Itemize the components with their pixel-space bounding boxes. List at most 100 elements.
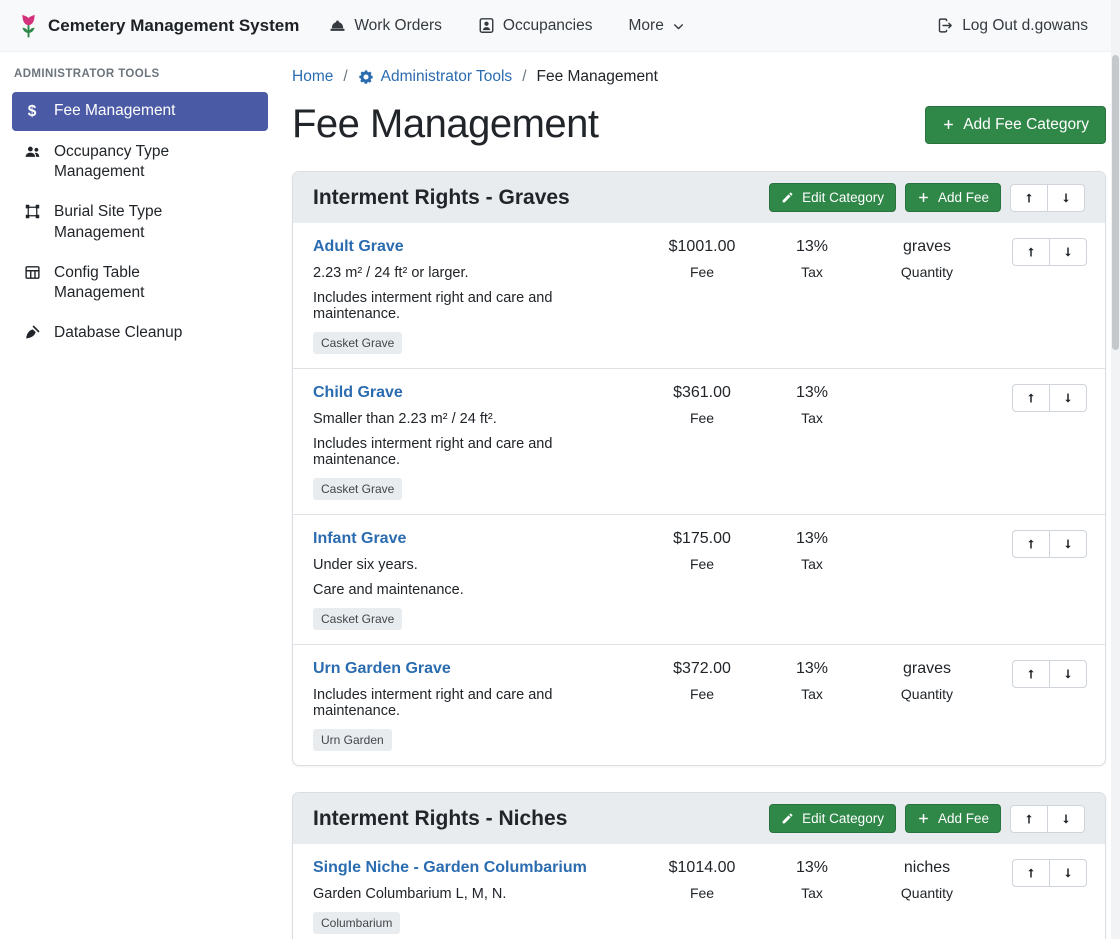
fee-move-down-button[interactable] bbox=[1049, 238, 1087, 266]
arrow-up-icon bbox=[1025, 391, 1037, 405]
arrow-up-icon bbox=[1025, 245, 1037, 259]
fee-amount-column: $1001.00 Fee bbox=[642, 238, 762, 280]
fee-row: Infant Grave Under six years. Care and m… bbox=[293, 514, 1105, 644]
fee-info: Infant Grave Under six years. Care and m… bbox=[313, 530, 642, 630]
fee-quantity-label: Quantity bbox=[862, 686, 992, 702]
arrow-down-icon bbox=[1060, 812, 1072, 826]
fee-name-link[interactable]: Urn Garden Grave bbox=[313, 660, 451, 678]
fee-amount-label: Fee bbox=[642, 885, 762, 901]
fee-reorder-group bbox=[1012, 384, 1087, 412]
nav-more[interactable]: More bbox=[629, 17, 685, 35]
arrow-up-icon bbox=[1023, 812, 1035, 826]
fee-description: Includes interment right and care and ma… bbox=[313, 436, 632, 468]
fee-info: Child Grave Smaller than 2.23 m² / 24 ft… bbox=[313, 384, 642, 500]
sidebar-item-fee-management[interactable]: $ Fee Management bbox=[12, 92, 268, 131]
nav-work-orders-label: Work Orders bbox=[354, 17, 442, 35]
fee-quantity: niches bbox=[862, 859, 992, 877]
logout-link[interactable]: Log Out d.gowans bbox=[937, 17, 1088, 35]
fee-tax-column: 13% Tax bbox=[762, 660, 862, 702]
fee-description: Includes interment right and care and ma… bbox=[313, 687, 632, 719]
breadcrumb-admin-tools-label: Administrator Tools bbox=[381, 68, 513, 86]
vector-square-icon bbox=[22, 203, 42, 220]
nav-occupancies-label: Occupancies bbox=[503, 17, 593, 35]
fee-move-down-button[interactable] bbox=[1049, 384, 1087, 412]
category-move-down-button[interactable] bbox=[1047, 805, 1085, 833]
fee-type-badge: Casket Grave bbox=[313, 332, 402, 354]
fee-tax-label: Tax bbox=[762, 264, 862, 280]
nav-work-orders[interactable]: Work Orders bbox=[329, 17, 442, 35]
fee-move-up-button[interactable] bbox=[1012, 660, 1050, 688]
category-move-up-button[interactable] bbox=[1010, 805, 1048, 833]
fee-move-up-button[interactable] bbox=[1012, 859, 1050, 887]
fee-reorder-group bbox=[1012, 859, 1087, 887]
sidebar-item-label: Config Table Management bbox=[54, 263, 232, 303]
fee-quantity-column bbox=[862, 530, 992, 572]
fee-quantity-label bbox=[862, 556, 992, 572]
fee-amount: $1014.00 bbox=[642, 859, 762, 877]
fee-description: Includes interment right and care and ma… bbox=[313, 290, 632, 322]
fee-tax: 13% bbox=[762, 859, 862, 877]
hard-hat-icon bbox=[329, 17, 346, 34]
fee-info: Adult Grave 2.23 m² / 24 ft² or larger. … bbox=[313, 238, 642, 354]
breadcrumb-home[interactable]: Home bbox=[292, 68, 333, 86]
add-fee-button[interactable]: Add Fee bbox=[905, 804, 1001, 833]
fee-info: Single Niche - Garden Columbarium Garden… bbox=[313, 859, 642, 934]
arrow-up-icon bbox=[1025, 866, 1037, 880]
fee-move-down-button[interactable] bbox=[1049, 660, 1087, 688]
fee-name-link[interactable]: Adult Grave bbox=[313, 238, 404, 256]
fee-move-down-button[interactable] bbox=[1049, 859, 1087, 887]
broom-icon bbox=[22, 324, 42, 341]
sidebar-item-label: Database Cleanup bbox=[54, 323, 182, 343]
fee-type-badge: Columbarium bbox=[313, 912, 400, 934]
fee-move-down-button[interactable] bbox=[1049, 530, 1087, 558]
brand[interactable]: Cemetery Management System bbox=[18, 12, 299, 40]
category-move-down-button[interactable] bbox=[1047, 184, 1085, 212]
fee-row: Adult Grave 2.23 m² / 24 ft² or larger. … bbox=[293, 223, 1105, 368]
breadcrumb-current: Fee Management bbox=[537, 68, 659, 86]
sign-out-icon bbox=[937, 17, 954, 34]
sidebar-item-burial-site-type-management[interactable]: Burial Site Type Management bbox=[12, 193, 268, 251]
category-title: Interment Rights - Graves bbox=[313, 186, 570, 210]
nav-occupancies[interactable]: Occupancies bbox=[478, 17, 593, 35]
fee-name-link[interactable]: Child Grave bbox=[313, 384, 403, 402]
fee-type-badge: Casket Grave bbox=[313, 478, 402, 500]
fee-amount-label: Fee bbox=[642, 410, 762, 426]
scrollbar[interactable] bbox=[1111, 0, 1120, 939]
nav-more-label: More bbox=[629, 17, 664, 35]
category-title: Interment Rights - Niches bbox=[313, 807, 567, 831]
fee-quantity: graves bbox=[862, 238, 992, 256]
sidebar-item-config-table-management[interactable]: Config Table Management bbox=[12, 254, 268, 312]
fee-name-link[interactable]: Single Niche - Garden Columbarium bbox=[313, 859, 587, 877]
fee-reorder-group bbox=[1012, 530, 1087, 558]
fee-move-up-button[interactable] bbox=[1012, 238, 1050, 266]
edit-category-button[interactable]: Edit Category bbox=[769, 804, 896, 833]
brand-title: Cemetery Management System bbox=[48, 16, 299, 36]
fee-move-up-button[interactable] bbox=[1012, 530, 1050, 558]
category-header: Interment Rights - Niches Edit Category … bbox=[293, 793, 1105, 844]
edit-category-button[interactable]: Edit Category bbox=[769, 183, 896, 212]
breadcrumb-separator: / bbox=[343, 68, 347, 86]
category-reorder-group bbox=[1010, 184, 1085, 212]
scrollbar-thumb[interactable] bbox=[1112, 55, 1119, 350]
fee-type-badge: Urn Garden bbox=[313, 729, 392, 751]
fee-quantity-label: Quantity bbox=[862, 885, 992, 901]
arrow-up-icon bbox=[1023, 191, 1035, 205]
add-fee-category-button[interactable]: Add Fee Category bbox=[925, 106, 1106, 144]
add-fee-button[interactable]: Add Fee bbox=[905, 183, 1001, 212]
occupancies-icon bbox=[478, 17, 495, 34]
fee-amount-column: $175.00 Fee bbox=[642, 530, 762, 572]
table-icon bbox=[22, 264, 42, 281]
fee-quantity bbox=[862, 384, 992, 402]
fee-description: 2.23 m² / 24 ft² or larger. bbox=[313, 265, 632, 281]
fee-amount: $372.00 bbox=[642, 660, 762, 678]
sidebar-item-occupancy-type-management[interactable]: Occupancy Type Management bbox=[12, 133, 268, 191]
fee-amount: $361.00 bbox=[642, 384, 762, 402]
fee-amount-label: Fee bbox=[642, 686, 762, 702]
fee-name-link[interactable]: Infant Grave bbox=[313, 530, 406, 548]
category-move-up-button[interactable] bbox=[1010, 184, 1048, 212]
fee-description: Smaller than 2.23 m² / 24 ft². bbox=[313, 411, 632, 427]
sidebar-item-database-cleanup[interactable]: Database Cleanup bbox=[12, 314, 268, 352]
breadcrumb-admin-tools[interactable]: Administrator Tools bbox=[358, 68, 513, 86]
fee-tax-label: Tax bbox=[762, 686, 862, 702]
fee-move-up-button[interactable] bbox=[1012, 384, 1050, 412]
